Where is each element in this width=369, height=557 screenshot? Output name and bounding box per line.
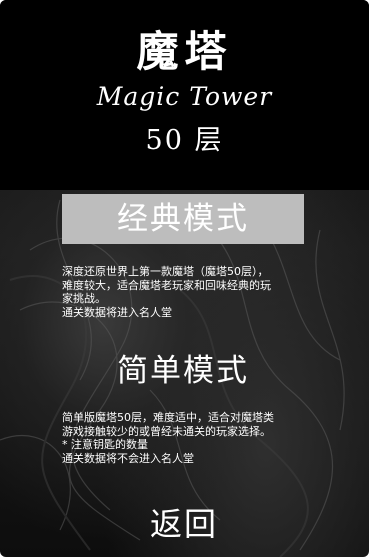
game-title: 魔塔	[136, 27, 233, 76]
game-screen: 魔塔 Magic Tower 50 层 经典模式 深度还原世界上第一款魔塔（魔塔…	[0, 0, 369, 557]
floor-count: 50 层	[145, 125, 224, 156]
game-subtitle: Magic Tower	[96, 82, 273, 111]
description-line: 通关数据将进入名人堂	[62, 305, 172, 319]
description-line: 深度还原世界上第一款魔塔（魔塔50层），	[62, 265, 269, 278]
description-line: * 注意钥匙的数量	[62, 438, 148, 451]
title-banner: 魔塔 Magic Tower 50 层	[0, 0, 369, 190]
description-line: 通关数据将不会进入名人堂	[62, 451, 194, 465]
description-line: 难度较大，适合魔塔老玩家和回味经典的玩	[62, 278, 271, 292]
classic-mode-description: 深度还原世界上第一款魔塔（魔塔50层）， 难度较大，适合魔塔老玩家和回味经典的玩…	[62, 265, 312, 319]
classic-mode-button[interactable]: 经典模式	[62, 194, 304, 244]
simple-mode-description: 简单版魔塔50层，难度适中，适合对魔塔类 游戏接触较少的或曾经未通关的玩家选择。…	[62, 411, 312, 465]
description-line: 游戏接触较少的或曾经未通关的玩家选择。	[62, 424, 271, 438]
description-line: 简单版魔塔50层，难度适中，适合对魔塔类	[62, 411, 274, 424]
description-line: 家挑战。	[62, 292, 106, 305]
back-button[interactable]: 返回	[134, 502, 234, 546]
simple-mode-button[interactable]: 简单模式	[62, 346, 304, 396]
